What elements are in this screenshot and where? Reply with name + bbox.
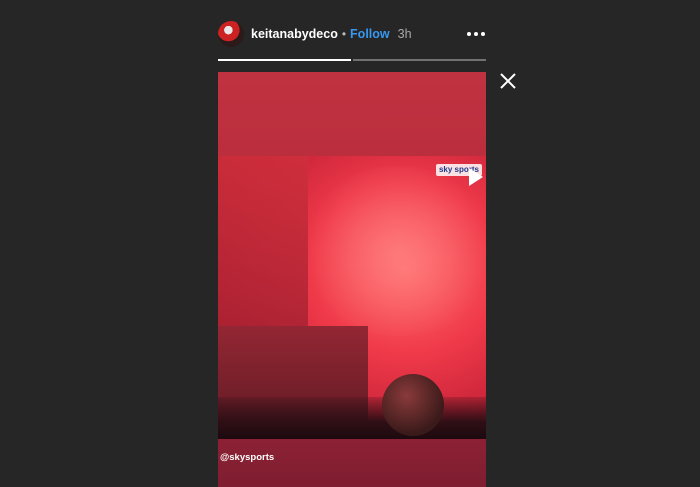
progress-segment xyxy=(218,59,351,61)
progress-fill xyxy=(218,59,351,61)
timestamp: 3h xyxy=(397,27,412,41)
stadium-building xyxy=(218,156,308,326)
avatar[interactable] xyxy=(218,21,244,47)
story-progress xyxy=(218,59,486,61)
separator-dot: • xyxy=(341,27,347,41)
username[interactable]: keitanabydeco xyxy=(251,27,338,41)
progress-segment xyxy=(353,59,486,61)
close-icon[interactable] xyxy=(499,72,517,90)
follow-button[interactable]: Follow xyxy=(350,27,390,41)
story-card[interactable]: sky sports @skysports xyxy=(218,72,486,487)
firework-glow xyxy=(298,166,486,336)
story-header: keitanabydeco • Follow 3h xyxy=(218,21,486,47)
play-icon[interactable] xyxy=(469,168,483,186)
more-options-icon[interactable] xyxy=(466,26,486,42)
crowd xyxy=(218,397,486,439)
flare-silhouette xyxy=(382,374,444,436)
story-caption[interactable]: @skysports xyxy=(220,452,274,463)
story-video[interactable]: sky sports xyxy=(218,156,486,439)
